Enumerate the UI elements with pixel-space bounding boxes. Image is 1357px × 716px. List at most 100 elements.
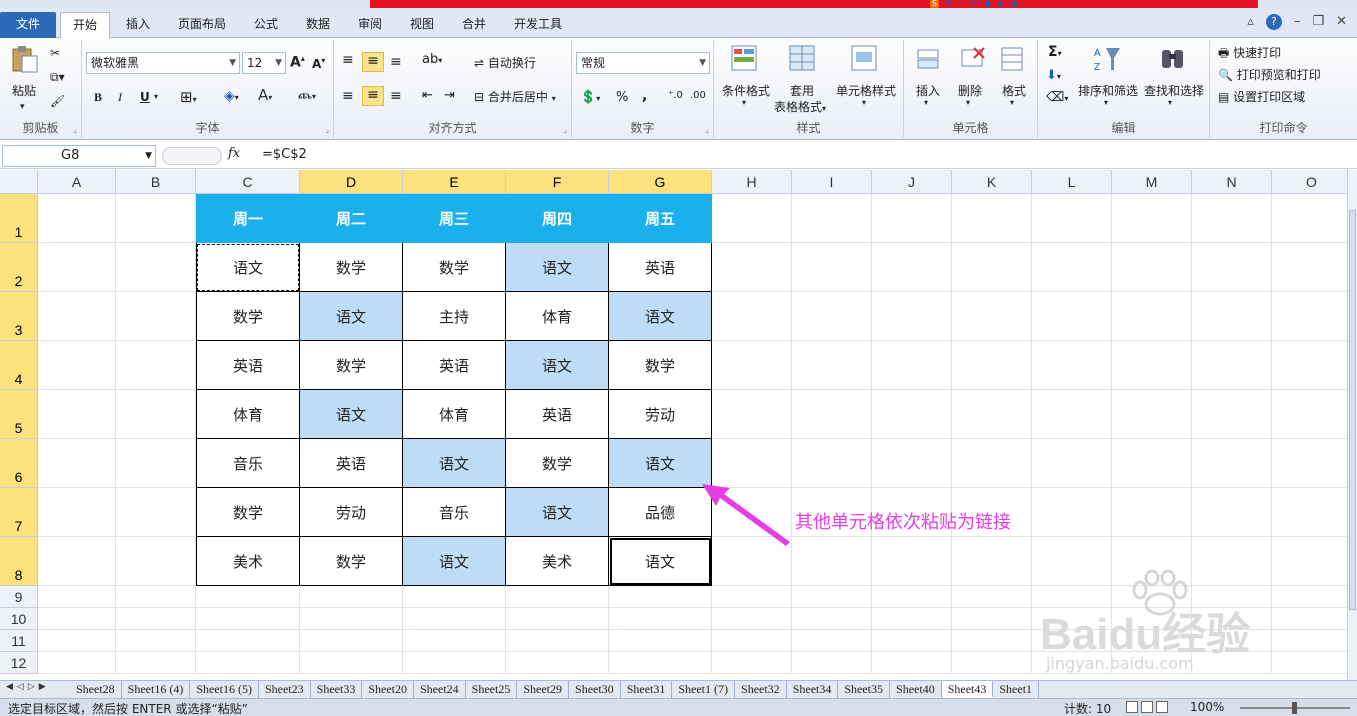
insert-function-icon[interactable]: fx [228,146,240,161]
name-box[interactable]: G8 ▼ [2,145,156,167]
grid-cell[interactable] [872,630,952,652]
table-cell[interactable]: 语文 [403,537,506,586]
grid-cell[interactable] [712,194,792,243]
insert-button[interactable]: 插入 [916,82,940,99]
grid-cell[interactable] [300,652,403,674]
grid-cell[interactable] [792,608,872,630]
row-header[interactable]: 1 [0,194,38,243]
grid-cell[interactable] [116,243,196,292]
grid-cell[interactable] [38,194,116,243]
formula-input[interactable]: =$C$2 [262,147,307,162]
print-preview-button[interactable]: 🔍 打印预览和打印 [1218,66,1321,83]
table-cell[interactable]: 语文 [506,341,609,390]
grid-cell[interactable] [792,341,872,390]
format-button[interactable]: 格式 [1002,82,1026,99]
grid-cell[interactable] [38,488,116,537]
sheet-tab[interactable]: Sheet23 [259,681,311,698]
grid-cell[interactable] [872,341,952,390]
cut-icon[interactable]: ✂ [50,46,60,60]
grid-cell[interactable] [1192,439,1272,488]
increase-decimal-icon[interactable]: ⁺.0 [668,90,683,101]
grid-cell[interactable] [1032,292,1112,341]
grid-cell[interactable] [1272,488,1347,537]
zoom-level[interactable]: 100% [1190,700,1224,714]
align-bottom-icon[interactable]: ≡ [390,54,402,70]
grid-cell[interactable] [1112,292,1192,341]
tab-merge[interactable]: 合并 [454,12,494,38]
table-cell[interactable]: 语文 [609,439,712,488]
number-launcher-icon[interactable]: ⌟ [705,125,709,134]
table-cell[interactable]: 音乐 [196,439,300,488]
table-cell[interactable]: 品德 [609,488,712,537]
table-header-cell[interactable]: 周三 [403,194,506,243]
alignment-launcher-icon[interactable]: ⌟ [563,125,567,134]
sheet-tab[interactable]: Sheet32 [735,681,787,698]
grid-cell[interactable] [196,652,300,674]
grid-cell[interactable] [952,439,1032,488]
column-header[interactable]: A [38,170,116,194]
align-middle-icon[interactable]: ≡ [362,52,384,72]
table-cell[interactable]: 语文 [609,537,712,586]
grid-cell[interactable] [872,194,952,243]
page-layout-view-icon[interactable] [1141,701,1153,713]
table-header-cell[interactable]: 周四 [506,194,609,243]
grid-cell[interactable] [300,630,403,652]
column-header[interactable]: N [1192,170,1272,194]
punctuation-icon[interactable]: • [959,0,964,8]
paste-dropdown-icon[interactable]: ▾ [20,102,25,112]
help-icon[interactable]: ? [1265,14,1282,30]
grid-cell[interactable] [300,586,403,608]
align-right-icon[interactable]: ≡ [390,88,402,104]
row-header[interactable]: 6 [0,439,38,488]
grid-cell[interactable] [38,390,116,439]
grid-cell[interactable] [952,586,1032,608]
tab-developer[interactable]: 开发工具 [506,12,570,38]
grid-cell[interactable] [872,537,952,586]
grid-cell[interactable] [38,630,116,652]
grid-cell[interactable] [506,630,609,652]
align-top-icon[interactable]: ≡ [342,52,354,68]
grid-cell[interactable] [712,243,792,292]
grid-cell[interactable] [116,652,196,674]
phonetic-icon[interactable]: ጨ▾ [298,88,316,103]
grid-cell[interactable] [609,586,712,608]
grid-cell[interactable] [116,537,196,586]
grid-cell[interactable] [712,608,792,630]
currency-icon[interactable]: 💲▾ [580,90,600,105]
grid-cell[interactable] [196,608,300,630]
sheet-tab[interactable]: Sheet31 [621,681,673,698]
table-cell[interactable]: 体育 [196,390,300,439]
grid-cell[interactable] [506,652,609,674]
sheet-tab[interactable]: Sheet20 [362,681,414,698]
row-header[interactable]: 4 [0,341,38,390]
grid-cell[interactable] [116,630,196,652]
grid-cell[interactable] [872,390,952,439]
font-color-icon[interactable]: A▾ [258,86,272,104]
tab-insert[interactable]: 插入 [118,12,158,38]
grid-cell[interactable] [872,292,952,341]
table-cell[interactable]: 语文 [300,390,403,439]
grid-cell[interactable] [952,341,1032,390]
tab-formulas[interactable]: 公式 [246,12,286,38]
sheet-tab[interactable]: Sheet24 [414,681,466,698]
grid-cell[interactable] [1112,390,1192,439]
column-header[interactable]: B [116,170,196,194]
grid-cell[interactable] [872,586,952,608]
grid-cell[interactable] [792,243,872,292]
italic-button[interactable]: I [118,90,122,105]
page-break-view-icon[interactable] [1156,701,1168,713]
column-header[interactable]: F [506,170,609,194]
copy-icon[interactable]: ⧉▾ [50,70,65,85]
select-all-corner[interactable] [0,170,38,194]
grid-cell[interactable] [712,652,792,674]
grid-cell[interactable] [116,488,196,537]
grid-cell[interactable] [952,652,1032,674]
table-cell[interactable]: 语文 [506,488,609,537]
sogou-icon[interactable]: S [930,0,940,8]
sheet-tab[interactable]: Sheet34 [787,681,839,698]
grid-cell[interactable] [712,292,792,341]
grid-cell[interactable] [609,630,712,652]
paste-icon[interactable] [10,44,40,74]
grid-cell[interactable] [1032,439,1112,488]
grid-cell[interactable] [1032,243,1112,292]
